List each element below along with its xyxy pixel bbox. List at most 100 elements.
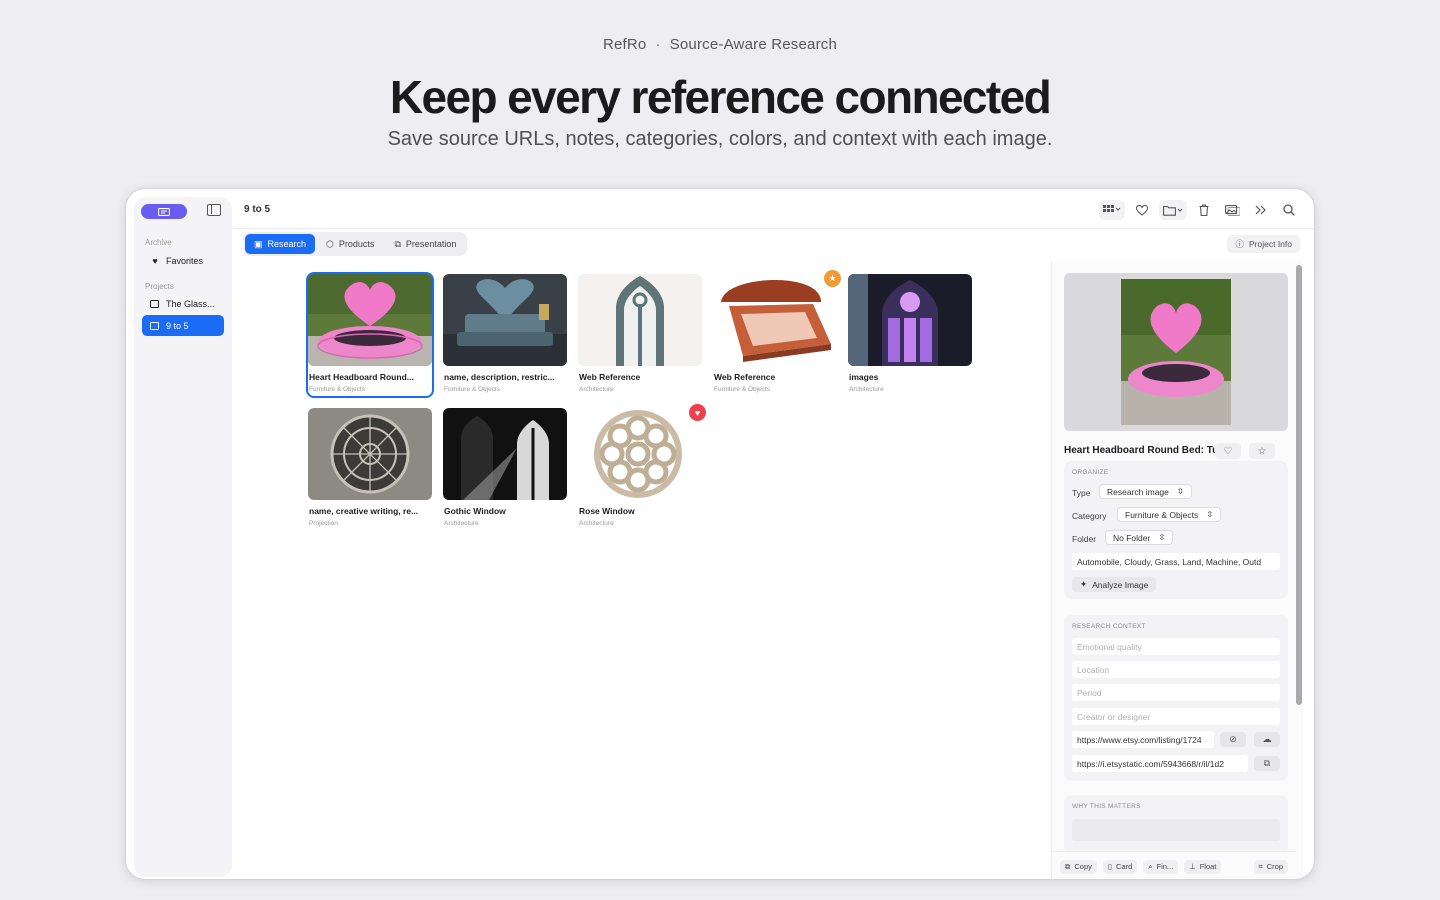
grid-card[interactable]: Heart Headboard Round... Furniture & Obj… [306, 272, 434, 398]
section-header: RESEARCH CONTEXT [1072, 623, 1146, 630]
search-icon [1283, 204, 1295, 216]
tab-label: Products [338, 239, 375, 249]
favorite-button[interactable]: ♡ [1215, 443, 1241, 459]
search-button[interactable] [1278, 200, 1300, 220]
pin-icon: ⊥ [1189, 862, 1196, 871]
image-thumbnail: ★ [713, 270, 841, 366]
tab-presentation[interactable]: ⧉ Presentation [385, 234, 465, 254]
find-button[interactable]: ⌕ Fin... [1143, 859, 1179, 874]
creator-field[interactable]: Creator or designer [1072, 708, 1280, 725]
tab-products[interactable]: ⬡ Products [317, 234, 383, 254]
starred-badge-icon: ★ [824, 270, 841, 287]
image-thumbnail [848, 274, 972, 366]
card-title: Gothic Window [444, 506, 506, 516]
grid-card[interactable]: Web Reference Architecture [578, 274, 702, 393]
card-title: images [849, 372, 879, 382]
sidebar-item-project-9to5[interactable]: 9 to 5 [142, 315, 224, 336]
grid-card[interactable]: images Architecture [848, 274, 972, 393]
folder-select[interactable]: No Folder ⇳ [1105, 530, 1174, 545]
analyze-label: Analyze Image [1092, 579, 1149, 590]
card-title: Rose Window [579, 506, 635, 516]
crop-button[interactable]: ⌗ Crop [1253, 859, 1288, 874]
breadcrumb: 9 to 5 [244, 204, 271, 215]
crop-icon: ⌗ [1258, 861, 1263, 871]
view-mode-button[interactable] [1099, 200, 1125, 220]
tab-label: Research [267, 239, 307, 249]
cube-icon: ⬡ [326, 238, 334, 249]
archive-url-button[interactable]: ☁ [1254, 732, 1280, 747]
card-button[interactable]: ▯ Card [1102, 859, 1138, 874]
heart-outline-icon [1136, 204, 1148, 216]
hero-eyebrow: RefRo · Source-Aware Research [0, 36, 1440, 53]
tags-field[interactable]: Automobile, Cloudy, Grass, Land, Machine… [1072, 553, 1280, 570]
brand-name: RefRo [602, 36, 647, 53]
grid-card[interactable]: ★ Web Reference Furniture & Objects [713, 270, 841, 393]
analyze-image-button[interactable]: ✦ Analyze Image [1072, 577, 1157, 592]
sidebar-item-label: The Glass... [166, 298, 215, 309]
chevron-double-right-icon [1255, 205, 1266, 215]
image-url-field[interactable]: https://i.etsystatic.com/5943668/r/il/1d… [1072, 755, 1248, 772]
sidebar: Archive ♥ Favorites Projects The Glass..… [134, 197, 232, 877]
research-icon: ▣ [254, 238, 263, 249]
source-url-field[interactable]: https://www.etsy.com/listing/1724 [1072, 731, 1214, 748]
grid-card[interactable]: ♥ Rose Window Architecture [578, 404, 706, 527]
grid-icon [1103, 205, 1121, 212]
sidebar-item-project-glass[interactable]: The Glass... [142, 293, 224, 314]
copy-button[interactable]: ⧉ Copy [1060, 859, 1097, 874]
delete-button[interactable] [1193, 200, 1215, 220]
type-label: Type [1072, 488, 1091, 498]
copy-url-button[interactable]: ⧉ [1254, 756, 1280, 771]
card-category: Furniture & Objects [444, 386, 500, 393]
why-this-matters-field[interactable] [1072, 819, 1280, 841]
sidebar-section-projects: Projects [145, 282, 174, 291]
location-field[interactable]: Location [1072, 661, 1280, 678]
copy-label: Copy [1074, 862, 1092, 871]
search-icon: ⌕ [1148, 861, 1153, 871]
folder-value: No Folder [1113, 532, 1151, 543]
image-thumbnail [443, 408, 567, 500]
cloud-icon: ☁ [1262, 734, 1272, 744]
image-thumbnail [443, 274, 567, 366]
photo-icon [1225, 204, 1240, 216]
grid-card[interactable]: name, description, restric... Furniture … [443, 274, 567, 393]
card-title: Heart Headboard Round... [309, 372, 414, 382]
project-info-button[interactable]: ⓘ Project Info [1227, 235, 1300, 253]
brand-tagline: Source-Aware Research [669, 36, 838, 53]
section-header: WHY THIS MATTERS [1072, 803, 1141, 810]
period-field[interactable]: Period [1072, 684, 1280, 701]
info-icon: ⓘ [1235, 239, 1244, 249]
move-to-folder-button[interactable] [1159, 200, 1187, 220]
type-select[interactable]: Research image ⇳ [1099, 484, 1193, 499]
image-preview [1064, 273, 1288, 431]
sidebar-item-label: Favorites [166, 255, 204, 266]
type-value: Research image [1107, 486, 1169, 497]
more-button[interactable] [1250, 200, 1272, 220]
card-title: name, description, restric... [444, 372, 555, 382]
image-title: Heart Headboard Round Bed: Tu [1064, 445, 1219, 456]
updown-icon: ⇳ [1158, 532, 1166, 542]
image-thumbnail [308, 408, 432, 500]
category-select[interactable]: Furniture & Objects ⇳ [1117, 507, 1222, 522]
open-url-button[interactable]: ⊘ [1220, 732, 1246, 747]
image-options-button[interactable] [1221, 200, 1244, 220]
float-label: Float [1199, 862, 1217, 871]
card-title: Web Reference [714, 372, 776, 382]
scroll-thumb[interactable] [1296, 265, 1302, 705]
card-category: Furniture & Objects [309, 386, 365, 393]
grid-card[interactable]: Gothic Window Architecture [443, 408, 567, 527]
folder-label: Folder [1072, 534, 1097, 544]
favorite-button[interactable] [1131, 200, 1153, 220]
tab-research[interactable]: ▣ Research [245, 234, 316, 254]
sidebar-toggle-icon[interactable] [207, 204, 221, 216]
emotional-quality-field[interactable]: Emotional quality [1072, 638, 1280, 655]
inspector-panel: Heart Headboard Round Bed: Tu ♡ ☆ ORGANI… [1051, 261, 1303, 879]
organize-panel: ORGANIZE Type Research image ⇳ Category … [1064, 461, 1288, 599]
float-button[interactable]: ⊥ Float [1184, 859, 1222, 874]
sidebar-item-favorites[interactable]: ♥ Favorites [142, 250, 224, 271]
library-switch-button[interactable] [141, 204, 187, 219]
view-tabs: ▣ Research ⬡ Products ⧉ Presentation [243, 232, 468, 256]
inspector-scrollbar[interactable] [1295, 261, 1303, 879]
grid-card[interactable]: name, creative writing, re... Projection [308, 408, 432, 527]
slides-icon: ⧉ [394, 238, 401, 249]
star-button[interactable]: ☆ [1249, 443, 1275, 459]
